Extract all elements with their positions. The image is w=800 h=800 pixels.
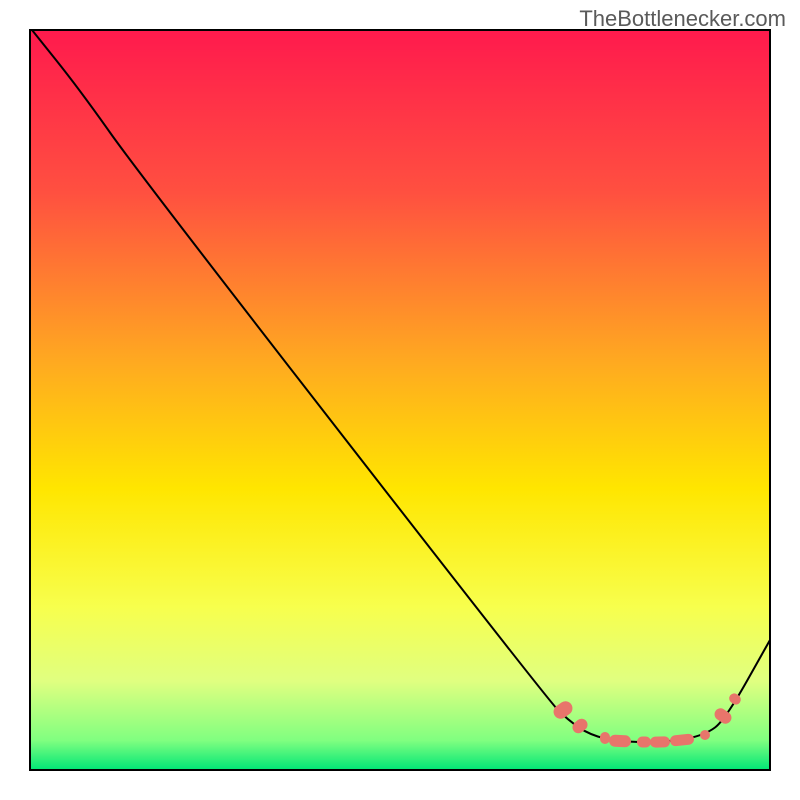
watermark-text: TheBottlenecker.com: [579, 6, 786, 32]
curve-marker: [609, 734, 632, 747]
curve-marker: [700, 730, 710, 740]
curve-marker: [600, 732, 610, 744]
curve-marker: [650, 736, 670, 748]
chart-container: TheBottlenecker.com: [0, 0, 800, 800]
curve-marker: [637, 737, 651, 748]
bottleneck-chart: [0, 0, 800, 800]
plot-background: [30, 30, 770, 770]
